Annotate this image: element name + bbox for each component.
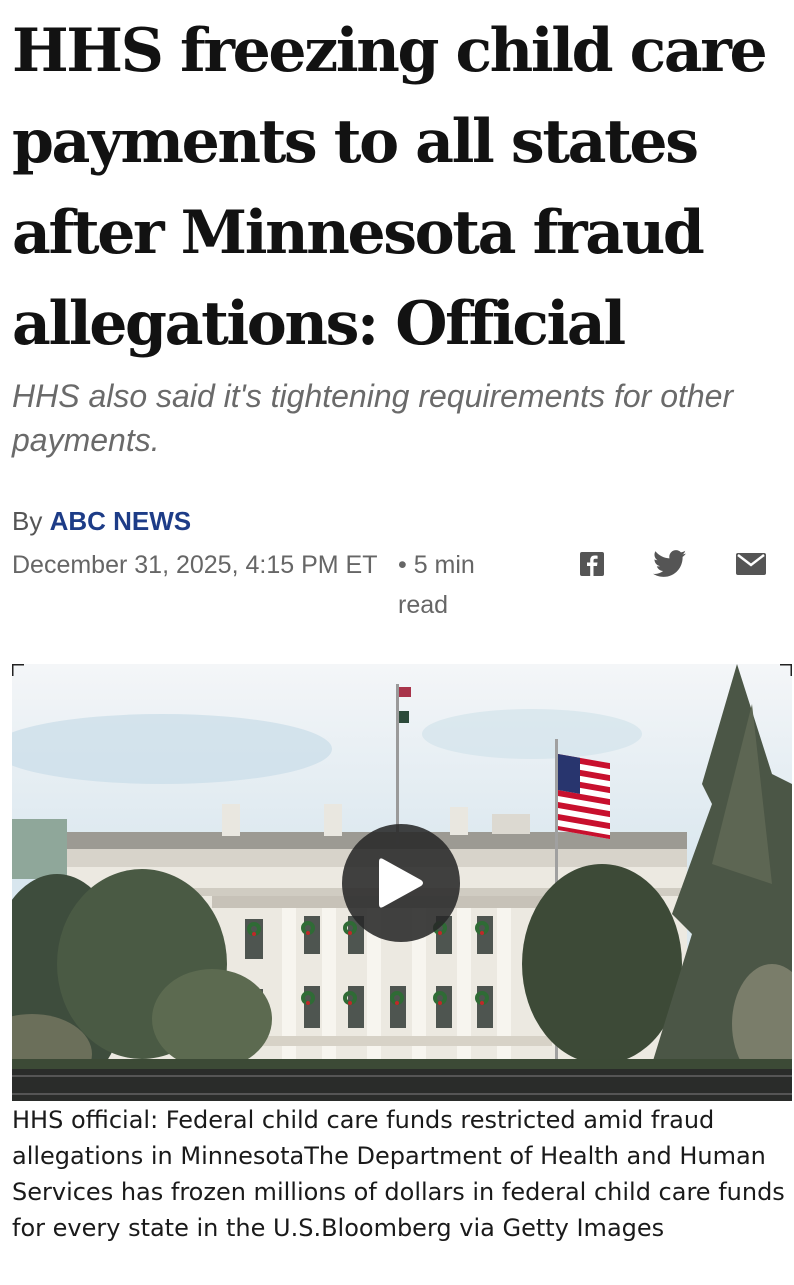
byline-prefix: By: [12, 506, 43, 536]
facebook-icon[interactable]: [574, 548, 610, 580]
play-icon: [379, 858, 423, 908]
twitter-icon[interactable]: [652, 548, 688, 580]
play-button[interactable]: [342, 824, 460, 942]
video-caption: HHS official: Federal child care funds r…: [12, 1106, 785, 1242]
publish-date: December 31, 2025, 4:15 PM ET: [12, 551, 378, 579]
article-subheadline: HHS also said it's tightening requiremen…: [12, 378, 734, 458]
article-headline: HHS freezing child care payments to all …: [12, 16, 768, 359]
read-time: • 5 min read: [398, 551, 475, 619]
video-player[interactable]: [12, 664, 792, 1101]
email-icon[interactable]: [733, 548, 769, 580]
byline: By ABC NEWS: [12, 506, 191, 537]
author-link[interactable]: ABC NEWS: [50, 506, 192, 536]
